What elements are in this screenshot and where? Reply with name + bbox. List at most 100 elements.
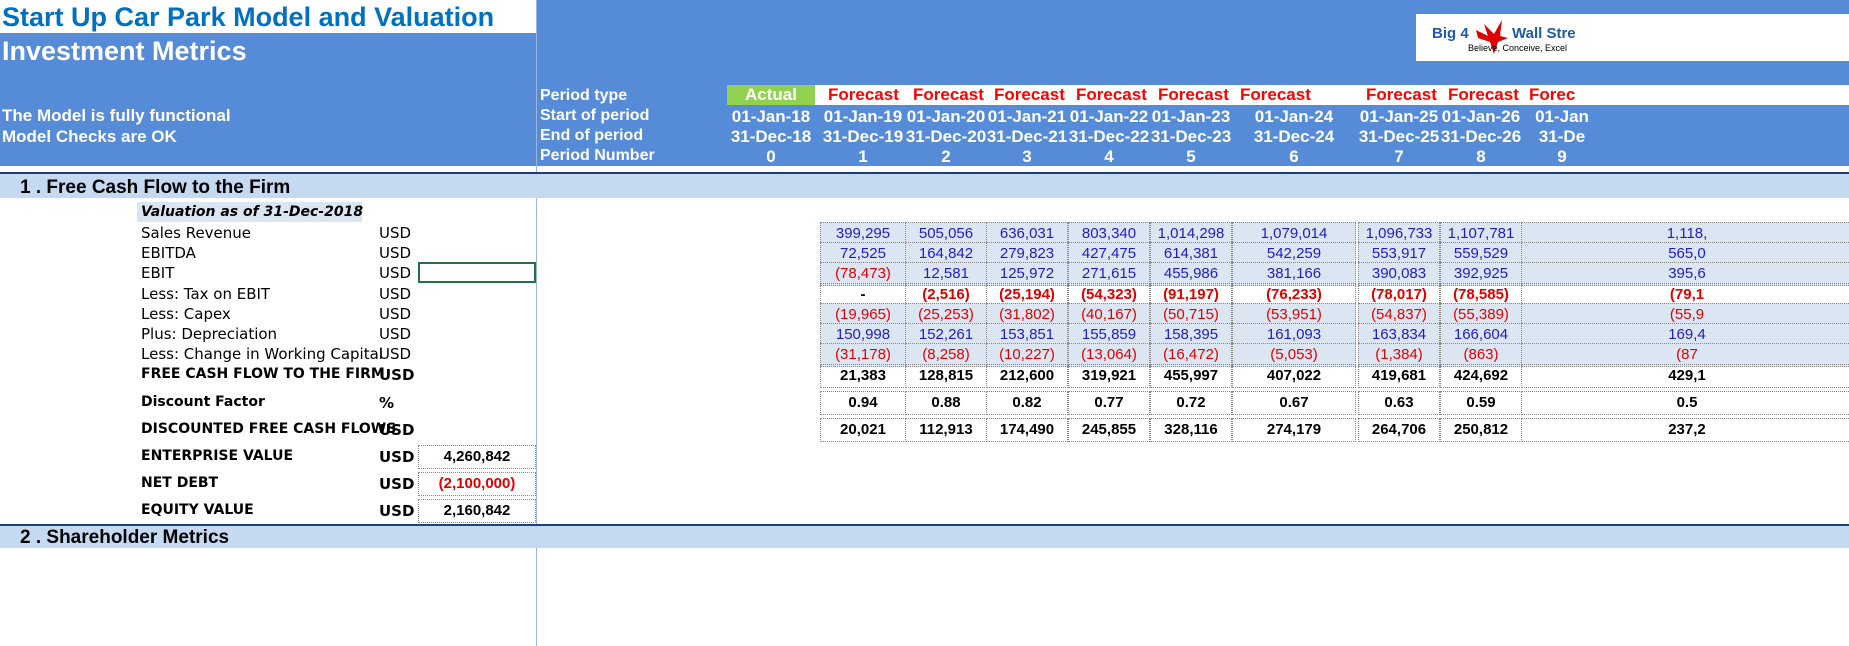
unit-label: USD	[379, 448, 415, 466]
period-type-forecast: Forecast	[1366, 85, 1437, 104]
period-end-date: 31-Dec-19	[822, 127, 904, 146]
section-title-shareholder: 2 . Shareholder Metrics	[20, 527, 230, 548]
period-type-forecast: Forecast	[1158, 85, 1229, 104]
period-number: 4	[1104, 147, 1114, 166]
logo-text-left: Big 4	[1432, 25, 1469, 42]
row-label: Less: Capex	[141, 305, 231, 323]
column-divider	[536, 0, 537, 646]
period-number: 0	[766, 147, 776, 166]
summary-value[interactable]: (2,100,000)	[418, 472, 536, 496]
row-label: Plus: Depreciation	[141, 325, 278, 343]
row-label: EBIT	[141, 264, 175, 282]
table-cell[interactable]: 237,2	[1521, 418, 1849, 442]
period-end-date: 31-Dec-22	[1068, 127, 1150, 146]
unit-label: USD	[379, 502, 415, 520]
table-cell[interactable]: 0.63	[1358, 391, 1440, 415]
period-start-date: 01-Jan-22	[1069, 107, 1149, 126]
end-of-period-label: End of period	[540, 127, 644, 144]
unit-label: USD	[379, 421, 415, 439]
row-label: EBITDA	[141, 244, 196, 262]
period-type-actual: Actual	[727, 85, 815, 105]
unit-label: USD	[379, 325, 412, 343]
period-number: 8	[1476, 147, 1486, 166]
page-title: Start Up Car Park Model and Valuation	[2, 2, 495, 32]
period-number: 1	[858, 147, 868, 166]
table-cell[interactable]: 274,179	[1232, 418, 1356, 442]
row-label: Less: Tax on EBIT	[141, 285, 271, 303]
period-type-forecast: Forecast	[828, 85, 899, 104]
unit-label: USD	[379, 244, 412, 262]
table-cell[interactable]: 407,022	[1232, 364, 1356, 388]
row-label: Sales Revenue	[141, 224, 252, 242]
period-end-date: 31-Dec-24	[1253, 127, 1335, 146]
row-label: FREE CASH FLOW TO THE FIRM	[141, 366, 385, 382]
period-number: 5	[1186, 147, 1196, 166]
period-end-date: 31-Dec-25	[1358, 127, 1440, 146]
table-cell[interactable]: 328,116	[1150, 418, 1232, 442]
table-cell[interactable]: 0.59	[1440, 391, 1522, 415]
period-start-date: 01-Jan-18	[731, 107, 811, 126]
section-title-fcff: 1 . Free Cash Flow to the Firm	[20, 177, 291, 198]
table-cell[interactable]: 0.72	[1150, 391, 1232, 415]
period-end-date: 31-De	[1538, 127, 1586, 146]
period-number: 2	[941, 147, 951, 166]
period-type-forecast: Forecast	[1076, 85, 1147, 104]
selected-cell[interactable]	[418, 262, 536, 283]
table-cell[interactable]: 0.5	[1521, 391, 1849, 415]
row-label: Discount Factor	[141, 394, 265, 410]
logo-text-right: Wall Stre	[1512, 25, 1576, 42]
table-cell[interactable]: 419,681	[1358, 364, 1440, 388]
table-cell[interactable]: 455,997	[1150, 364, 1232, 388]
table-cell[interactable]: 0.67	[1232, 391, 1356, 415]
unit-label: USD	[379, 366, 415, 384]
period-type-forecast: Forecast	[1240, 85, 1311, 104]
unit-label: USD	[379, 264, 412, 282]
start-of-period-label: Start of period	[540, 107, 650, 124]
table-cell[interactable]: 0.82	[986, 391, 1068, 415]
table-cell[interactable]: 20,021	[820, 418, 906, 442]
table-cell[interactable]: 21,383	[820, 364, 906, 388]
section-header-shareholder: 2 . Shareholder Metrics	[0, 524, 1849, 548]
period-start-date: 01-Jan	[1535, 107, 1589, 126]
period-start-date: 01-Jan-26	[1441, 107, 1521, 126]
summary-value[interactable]: 4,260,842	[418, 445, 536, 469]
valuation-date-header: Valuation as of 31-Dec-2018	[137, 202, 363, 222]
period-start-date: 01-Jan-19	[823, 107, 903, 126]
table-cell[interactable]: 429,1	[1521, 364, 1849, 388]
table-cell[interactable]: 264,706	[1358, 418, 1440, 442]
period-type-forecast: Forecast	[994, 85, 1065, 104]
summary-value[interactable]: 2,160,842	[418, 499, 536, 523]
unit-label: USD	[379, 345, 412, 363]
period-type-forecast: Forec	[1529, 85, 1576, 104]
table-cell[interactable]: 250,812	[1440, 418, 1522, 442]
section-header-fcff: 1 . Free Cash Flow to the Firm	[0, 172, 1849, 198]
period-type-label: Period type	[540, 87, 628, 104]
unit-label: USD	[379, 475, 415, 493]
row-label: Less: Change in Working Capital	[141, 345, 383, 363]
period-number-label: Period Number	[540, 147, 655, 164]
table-cell[interactable]: 112,913	[905, 418, 987, 442]
table-cell[interactable]: 424,692	[1440, 364, 1522, 388]
unit-label: USD	[379, 224, 412, 242]
period-number: 7	[1394, 147, 1404, 166]
table-cell[interactable]: 0.88	[905, 391, 987, 415]
logo-tagline: Believe, Conceive, Excel	[1468, 43, 1568, 53]
table-cell[interactable]: 128,815	[905, 364, 987, 388]
table-cell[interactable]: 174,490	[986, 418, 1068, 442]
unit-label: %	[379, 394, 395, 412]
period-start-date: 01-Jan-20	[906, 107, 986, 126]
unit-label: USD	[379, 305, 412, 323]
page-subtitle: Investment Metrics	[2, 36, 247, 66]
period-type-forecast: Forecast	[913, 85, 984, 104]
period-end-date: 31-Dec-21	[986, 127, 1068, 146]
table-cell[interactable]: 245,855	[1068, 418, 1150, 442]
period-number: 6	[1289, 147, 1299, 166]
table-cell[interactable]: 0.77	[1068, 391, 1150, 415]
row-label: ENTERPRISE VALUE	[141, 448, 294, 464]
table-cell[interactable]: 212,600	[986, 364, 1068, 388]
model-checks: Model Checks are OK	[2, 127, 177, 146]
company-logo: Big 4 Wall Stre Believe, Conceive, Excel	[1416, 14, 1849, 61]
period-end-date: 31-Dec-23	[1150, 127, 1232, 146]
table-cell[interactable]: 319,921	[1068, 364, 1150, 388]
table-cell[interactable]: 0.94	[820, 391, 906, 415]
